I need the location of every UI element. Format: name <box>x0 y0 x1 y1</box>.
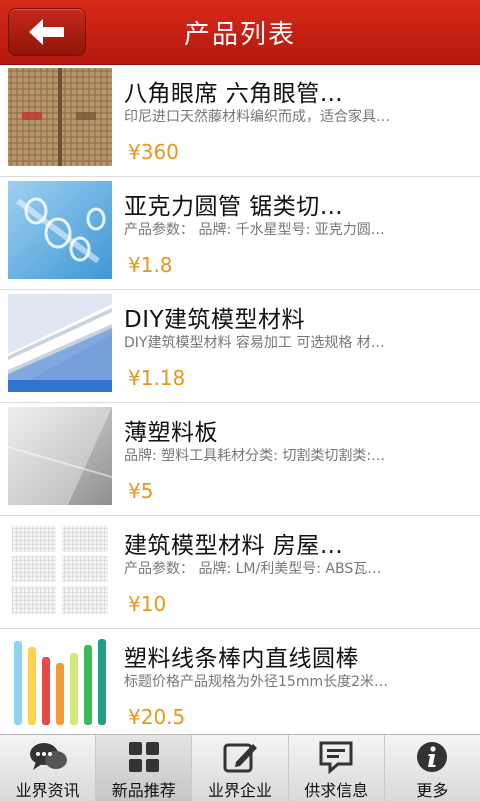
tab-industry-news[interactable]: 业界资讯 <box>0 735 97 801</box>
product-item[interactable]: 建筑模型材料 房屋… 产品参数： 品牌: LM/利美型号: ABS瓦… ¥10 <box>0 516 480 629</box>
product-item[interactable]: 亚克力圆管 锯类切… 产品参数： 品牌: 千水星型号: 亚克力圆… ¥1.8 <box>0 177 480 290</box>
product-title: 薄塑料板 <box>124 420 218 446</box>
tab-label: 更多 <box>416 781 449 800</box>
product-item[interactable]: 薄塑料板 品牌: 塑料工具耗材分类: 切割类切割类:… ¥5 <box>0 403 480 516</box>
product-thumbnail <box>8 181 112 279</box>
product-price: ¥10 <box>128 592 167 616</box>
product-description: 品牌: 塑料工具耗材分类: 切割类切割类:… <box>124 448 386 464</box>
tab-supply-demand[interactable]: 供求信息 <box>289 735 385 801</box>
product-title: DIY建筑模型材料 <box>124 307 306 333</box>
tab-label: 新品推荐 <box>111 781 176 800</box>
chat-bubbles-icon <box>28 739 68 774</box>
product-description: 标题价格产品规格为外径15mm长度2米… <box>124 674 388 690</box>
tab-label: 业界企业 <box>208 781 273 800</box>
product-description: 产品参数： 品牌: LM/利美型号: ABS瓦… <box>124 561 382 577</box>
product-description: 印尼进口天然藤材料编织而成，适合家具… <box>124 109 390 125</box>
tab-industry-companies[interactable]: 业界企业 <box>192 735 289 801</box>
product-thumbnail <box>8 294 112 392</box>
product-thumbnail <box>8 633 112 731</box>
product-price: ¥1.18 <box>128 366 186 390</box>
product-price: ¥1.8 <box>128 253 173 277</box>
product-title: 亚克力圆管 锯类切… <box>124 194 344 220</box>
arrow-left-icon <box>29 19 64 45</box>
product-thumbnail <box>8 407 112 505</box>
grid-icon <box>124 739 164 774</box>
product-list: 八角眼席 六角眼管… 印尼进口天然藤材料编织而成，适合家具… ¥360 亚克力圆… <box>0 64 480 734</box>
product-price: ¥20.5 <box>128 705 186 729</box>
edit-icon <box>220 739 260 774</box>
info-icon <box>412 739 452 774</box>
tab-new-products[interactable]: 新品推荐 <box>96 735 193 801</box>
product-price: ¥5 <box>128 479 154 503</box>
bottom-tab-bar: 业界资讯 新品推荐 业界企业 供求信息 更多 <box>0 734 480 801</box>
product-description: 产品参数： 品牌: 千水星型号: 亚克力圆… <box>124 222 385 238</box>
header-bar: 产品列表 <box>0 0 480 65</box>
message-icon <box>316 739 356 774</box>
product-item[interactable]: DIY建筑模型材料 DIY建筑模型材料 容易加工 可选规格 材… ¥1.18 <box>0 290 480 403</box>
product-thumbnail <box>8 68 112 166</box>
tab-more[interactable]: 更多 <box>385 735 480 801</box>
tab-label: 供求信息 <box>304 781 369 800</box>
product-title: 八角眼席 六角眼管… <box>124 81 344 107</box>
product-item[interactable]: 八角眼席 六角眼管… 印尼进口天然藤材料编织而成，适合家具… ¥360 <box>0 64 480 177</box>
product-description: DIY建筑模型材料 容易加工 可选规格 材… <box>124 335 385 351</box>
tab-label: 业界资讯 <box>15 781 80 800</box>
product-thumbnail <box>8 520 112 618</box>
back-button[interactable] <box>8 8 86 56</box>
product-price: ¥360 <box>128 140 179 164</box>
product-title: 塑料线条棒内直线圆棒 <box>124 646 359 672</box>
product-item[interactable]: 塑料线条棒内直线圆棒 标题价格产品规格为外径15mm长度2米… ¥20.5 <box>0 629 480 734</box>
product-title: 建筑模型材料 房屋… <box>124 533 344 559</box>
